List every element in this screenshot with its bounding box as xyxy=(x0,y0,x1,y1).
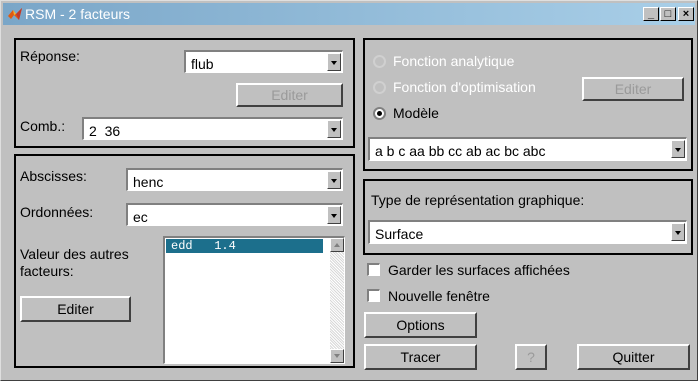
close-button[interactable]: × xyxy=(678,7,694,21)
minimize-button[interactable]: _ xyxy=(643,7,659,21)
list-item[interactable]: edd 1.4 xyxy=(166,239,323,253)
scroll-down-icon[interactable] xyxy=(330,349,344,363)
chevron-down-icon[interactable] xyxy=(327,206,341,224)
graph-type-label: Type de représentation graphique: xyxy=(371,192,585,208)
chevron-down-icon[interactable] xyxy=(671,223,685,241)
chevron-down-icon[interactable] xyxy=(327,120,341,138)
axes-panel: Abscisses: henc Ordonnées: ec Valeur des… xyxy=(14,154,355,368)
title-bar[interactable]: RSM - 2 facteurs _ □ × xyxy=(3,3,695,25)
model-value: a b c aa bb cc ab ac bc abc xyxy=(375,143,546,159)
other-factors-label-cont: facteurs: xyxy=(20,263,74,279)
scroll-up-icon[interactable] xyxy=(330,238,344,252)
comb-dropdown[interactable]: 2 36 xyxy=(82,117,343,140)
reponse-dropdown[interactable]: flub xyxy=(184,50,343,73)
factor-values-listbox[interactable]: edd 1.4 xyxy=(163,236,345,364)
graph-type-panel: Type de représentation graphique: Surfac… xyxy=(363,179,693,255)
radio-analytic[interactable] xyxy=(373,55,386,68)
listbox-scrollbar[interactable] xyxy=(330,238,344,363)
reponse-label: Réponse: xyxy=(20,48,80,64)
factors-edit-button[interactable]: Editer xyxy=(20,296,131,322)
window-title: RSM - 2 facteurs xyxy=(25,6,131,22)
radio-optimisation-label: Fonction d'optimisation xyxy=(393,79,536,95)
ordonnees-value: ec xyxy=(133,209,148,225)
keep-surfaces-checkbox[interactable] xyxy=(367,263,380,276)
model-dropdown[interactable]: a b c aa bb cc ab ac bc abc xyxy=(368,137,687,161)
other-factors-label: Valeur des autres xyxy=(20,246,129,262)
radio-optimisation[interactable] xyxy=(373,81,386,94)
maximize-button[interactable]: □ xyxy=(660,7,676,21)
abscisses-label: Abscisses: xyxy=(20,168,87,184)
new-window-label: Nouvelle fenêtre xyxy=(388,288,490,304)
comb-label: Comb.: xyxy=(20,118,66,134)
radio-analytic-label: Fonction analytique xyxy=(393,53,515,69)
new-window-checkbox[interactable] xyxy=(367,289,380,302)
ordonnees-label: Ordonnées: xyxy=(20,204,94,220)
plot-button[interactable]: Tracer xyxy=(364,344,477,370)
graph-type-dropdown[interactable]: Surface xyxy=(368,220,687,244)
radio-model-label: Modèle xyxy=(393,105,439,121)
reponse-edit-button[interactable]: Editer xyxy=(236,83,343,107)
keep-surfaces-label: Garder les surfaces affichées xyxy=(388,262,570,278)
rsm-window: RSM - 2 facteurs _ □ × Réponse: flub Edi… xyxy=(0,0,698,381)
help-button[interactable]: ? xyxy=(515,344,547,370)
response-panel: Réponse: flub Editer Comb.: 2 36 xyxy=(14,38,355,148)
matlab-logo-icon xyxy=(8,8,22,20)
ordonnees-dropdown[interactable]: ec xyxy=(126,203,343,226)
abscisses-value: henc xyxy=(133,174,164,190)
comb-value: 2 36 xyxy=(89,123,121,139)
reponse-value: flub xyxy=(191,56,214,72)
model-panel: Fonction analytique Fonction d'optimisat… xyxy=(363,38,693,171)
model-edit-button[interactable]: Editer xyxy=(582,77,684,101)
graph-type-value: Surface xyxy=(375,226,424,242)
chevron-down-icon[interactable] xyxy=(327,53,341,71)
chevron-down-icon[interactable] xyxy=(671,140,685,158)
chevron-down-icon[interactable] xyxy=(327,171,341,189)
radio-model[interactable] xyxy=(373,107,386,120)
quit-button[interactable]: Quitter xyxy=(577,344,690,370)
abscisses-dropdown[interactable]: henc xyxy=(126,168,343,191)
options-button[interactable]: Options xyxy=(364,312,477,338)
